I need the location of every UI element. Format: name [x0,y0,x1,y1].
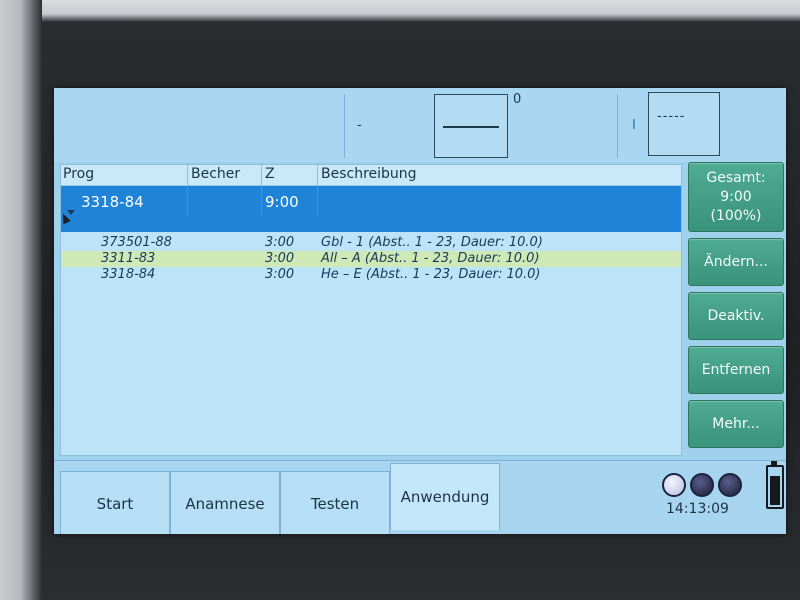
top-field-2-value: I [632,118,636,133]
list-item[interactable]: 3311-83 3:00 All – A (Abst.. 1 - 23, Dau… [61,251,681,267]
column-header-becher[interactable]: Becher [191,166,240,182]
top-box-2-value: ----- [657,109,686,124]
row-divider [317,186,318,216]
column-divider [317,165,318,185]
battery-level [770,476,780,505]
mehr-button[interactable]: Mehr... [688,400,784,448]
device-screen: - 0 I ----- Prog Becher Z Beschreibung 3… [54,88,786,534]
child-z: 3:00 [265,251,295,266]
entfernen-button[interactable]: Entfernen [688,346,784,394]
list-item[interactable]: 3318-84 3:00 He – E (Abst.. 1 - 23, Daue… [61,267,681,283]
selected-z: 9:00 [265,193,299,211]
device-frame-left [0,0,42,600]
child-z: 3:00 [265,235,295,250]
status-lamp-3-icon [718,473,742,497]
child-prog: 3318-84 [101,267,156,282]
battery-icon [766,461,784,509]
tab-anamnese[interactable]: Anamnese [170,471,280,534]
program-list[interactable]: Prog Becher Z Beschreibung 3318-84 9:00 … [59,164,682,456]
status-lamp-1-icon [662,473,686,497]
status-lamp-2-icon [690,473,714,497]
row-divider [261,186,262,216]
child-beschreibung: All – A (Abst.. 1 - 23, Dauer: 10.0) [321,251,540,266]
top-box-1 [434,94,508,158]
tab-anwendung[interactable]: Anwendung [390,463,500,530]
child-beschreibung: He – E (Abst.. 1 - 23, Dauer: 10.0) [321,267,541,282]
tab-start[interactable]: Start [60,471,170,534]
gesamt-label: Gesamt: [706,169,766,186]
top-status-bar: - 0 I ----- [54,88,786,162]
top-field-1-value: - [357,118,362,133]
column-header-z[interactable]: Z [265,166,275,182]
top-divider [344,94,345,158]
column-divider [261,165,262,185]
deaktiv-button[interactable]: Deaktiv. [688,292,784,340]
gesamt-percent: (100%) [710,207,762,224]
child-prog: 373501-88 [101,235,172,250]
status-clock: 14:13:09 [666,501,729,517]
selected-program-row[interactable]: 3318-84 9:00 [61,186,681,232]
child-z: 3:00 [265,267,295,282]
top-box-2: ----- [648,92,720,156]
top-divider-2 [617,94,618,158]
top-box-1-dash [443,126,499,128]
list-item[interactable]: 373501-88 3:00 Gbl - 1 (Abst.. 1 - 23, D… [61,235,681,251]
gesamt-summary-button[interactable]: Gesamt: 9:00 (100%) [688,162,784,232]
row-divider [187,186,188,216]
expand-arrow-icon[interactable] [67,210,75,215]
bottom-tab-bar: Start Anamnese Testen Anwendung 14:13:09 [54,460,786,534]
column-header-prog[interactable]: Prog [63,166,94,182]
list-header: Prog Becher Z Beschreibung [61,165,681,186]
top-box-1-counter: 0 [513,92,522,107]
tab-testen[interactable]: Testen [280,471,390,534]
child-prog: 3311-83 [101,251,156,266]
aendern-button[interactable]: Ändern... [688,238,784,286]
gesamt-time: 9:00 [720,188,752,205]
column-divider [187,165,188,185]
column-header-beschreibung[interactable]: Beschreibung [321,166,417,182]
selected-prog: 3318-84 [81,193,144,211]
child-beschreibung: Gbl - 1 (Abst.. 1 - 23, Dauer: 10.0) [321,235,543,250]
